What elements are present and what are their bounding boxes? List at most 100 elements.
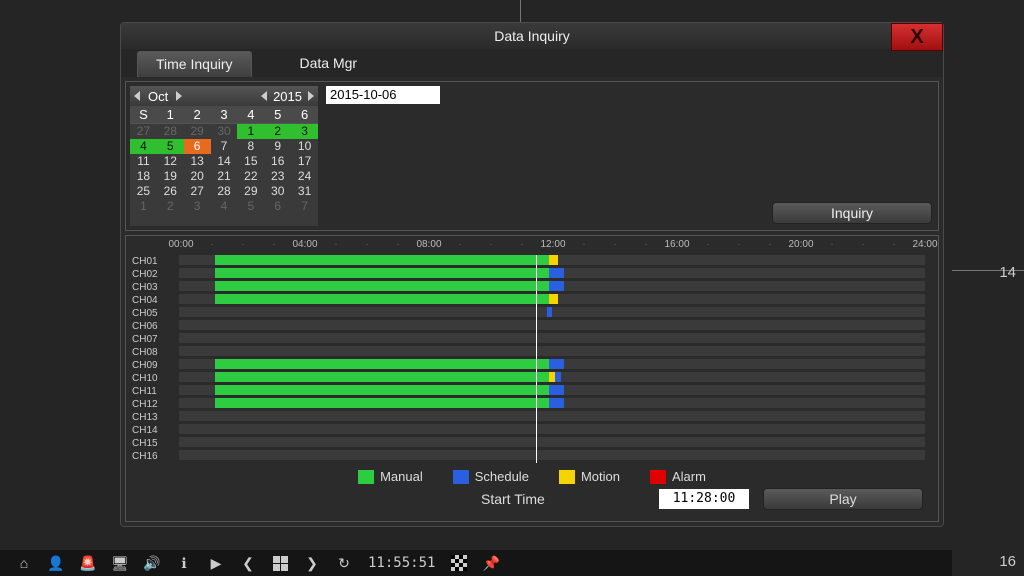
channel-row: CH10	[129, 372, 935, 385]
calendar-day[interactable]: 4	[211, 199, 238, 214]
speaker-icon[interactable]: 🔊	[144, 555, 160, 571]
calendar-day[interactable]: 30	[211, 124, 238, 139]
home-icon[interactable]: ⌂	[16, 555, 32, 571]
time-tick: 04:00	[292, 239, 317, 250]
calendar-day[interactable]: 28	[211, 184, 238, 199]
calendar-day[interactable]: 13	[184, 154, 211, 169]
channel-track[interactable]	[179, 424, 925, 435]
channel-track[interactable]	[179, 255, 925, 266]
channel-track[interactable]	[179, 281, 925, 292]
channel-track[interactable]	[179, 268, 925, 279]
channel-track[interactable]	[179, 372, 925, 383]
calendar-day[interactable]: 22	[237, 169, 264, 184]
legend-schedule: Schedule	[475, 469, 529, 484]
calendar-day[interactable]: 15	[237, 154, 264, 169]
prev-icon[interactable]: ❮	[240, 555, 256, 571]
tab-time-inquiry[interactable]: Time Inquiry	[137, 51, 252, 77]
calendar-day[interactable]: 5	[237, 199, 264, 214]
info-icon[interactable]: ℹ	[176, 555, 192, 571]
calendar-day[interactable]: 25	[130, 184, 157, 199]
start-time-input[interactable]: 11:28:00	[659, 489, 749, 509]
prev-year-icon[interactable]	[261, 91, 267, 101]
calendar-day[interactable]: 8	[237, 139, 264, 154]
channel-track[interactable]	[179, 359, 925, 370]
calendar-day[interactable]: 2	[264, 124, 291, 139]
calendar-day[interactable]: 21	[211, 169, 238, 184]
calendar-day[interactable]: 19	[157, 169, 184, 184]
tab-data-mgr[interactable]: Data Mgr	[282, 51, 376, 77]
calendar-day[interactable]: 6	[264, 199, 291, 214]
channel-row: CH01	[129, 255, 935, 268]
calendar-day[interactable]: 4	[130, 139, 157, 154]
date-input[interactable]: 2015-10-06	[326, 86, 440, 104]
channel-row: CH09	[129, 359, 935, 372]
next-icon[interactable]: ❯	[304, 555, 320, 571]
calendar-day[interactable]: 10	[291, 139, 318, 154]
channel-label: CH02	[129, 268, 179, 281]
qr-icon[interactable]	[451, 555, 467, 571]
calendar-day[interactable]: 17	[291, 154, 318, 169]
channel-track[interactable]	[179, 320, 925, 331]
calendar-day[interactable]: 18	[130, 169, 157, 184]
channel-label: CH05	[129, 307, 179, 320]
monitor-icon[interactable]: 🖥	[112, 555, 128, 571]
alarm-icon[interactable]: 🚨	[80, 555, 96, 571]
calendar-day[interactable]: 7	[291, 199, 318, 214]
channel-row: CH02	[129, 268, 935, 281]
calendar-day[interactable]: 7	[211, 139, 238, 154]
channel-track[interactable]	[179, 294, 925, 305]
calendar-day[interactable]: 30	[264, 184, 291, 199]
play-icon[interactable]: ▶	[208, 555, 224, 571]
calendar-day[interactable]: 24	[291, 169, 318, 184]
calendar-day[interactable]: 26	[157, 184, 184, 199]
time-tick: 20:00	[788, 239, 813, 250]
calendar-grid: S123456272829301234567891011121314151617…	[130, 106, 318, 214]
calendar-day[interactable]: 3	[184, 199, 211, 214]
channel-track[interactable]	[179, 398, 925, 409]
calendar-day[interactable]: 14	[211, 154, 238, 169]
user-icon[interactable]: 👤	[48, 555, 64, 571]
swatch-schedule	[453, 470, 469, 484]
next-year-icon[interactable]	[308, 91, 314, 101]
calendar-day[interactable]: 9	[264, 139, 291, 154]
calendar-day[interactable]: 29	[237, 184, 264, 199]
calendar-day[interactable]: 28	[157, 124, 184, 139]
calendar-day[interactable]: 27	[184, 184, 211, 199]
calendar-day[interactable]: 23	[264, 169, 291, 184]
play-button[interactable]: Play	[763, 488, 923, 510]
calendar-day[interactable]: 27	[130, 124, 157, 139]
calendar-day[interactable]: 12	[157, 154, 184, 169]
channel-track[interactable]	[179, 307, 925, 318]
calendar-day[interactable]: 2	[157, 199, 184, 214]
next-month-icon[interactable]	[176, 91, 182, 101]
channel-track[interactable]	[179, 437, 925, 448]
segment-manual	[215, 398, 549, 408]
channel-track[interactable]	[179, 346, 925, 357]
time-tick: 00:00	[168, 239, 193, 250]
loop-icon[interactable]: ↻	[336, 555, 352, 571]
calendar-day[interactable]: 31	[291, 184, 318, 199]
channel-track[interactable]	[179, 333, 925, 344]
calendar-day[interactable]: 11	[130, 154, 157, 169]
calendar-day[interactable]: 29	[184, 124, 211, 139]
swatch-motion	[559, 470, 575, 484]
grid-icon[interactable]	[272, 555, 288, 571]
taskbar: ⌂ 👤 🚨 🖥 🔊 ℹ ▶ ❮ ❯ ↻ 11:55:51 📌	[0, 550, 952, 576]
inquiry-button[interactable]: Inquiry	[772, 202, 932, 224]
calendar-day[interactable]: 20	[184, 169, 211, 184]
channel-track[interactable]	[179, 411, 925, 422]
channel-row: CH06	[129, 320, 935, 333]
pin-icon[interactable]: 📌	[483, 555, 499, 571]
segment-schedule	[549, 268, 565, 278]
close-button[interactable]: X	[891, 23, 943, 51]
prev-month-icon[interactable]	[134, 91, 140, 101]
calendar-day[interactable]: 1	[130, 199, 157, 214]
calendar-day[interactable]: 3	[291, 124, 318, 139]
channel-track[interactable]	[179, 450, 925, 461]
channel-track[interactable]	[179, 385, 925, 396]
playhead[interactable]	[536, 255, 537, 463]
calendar-day[interactable]: 16	[264, 154, 291, 169]
calendar-day[interactable]: 1	[237, 124, 264, 139]
calendar-day[interactable]: 5	[157, 139, 184, 154]
calendar-day[interactable]: 6	[184, 139, 211, 154]
